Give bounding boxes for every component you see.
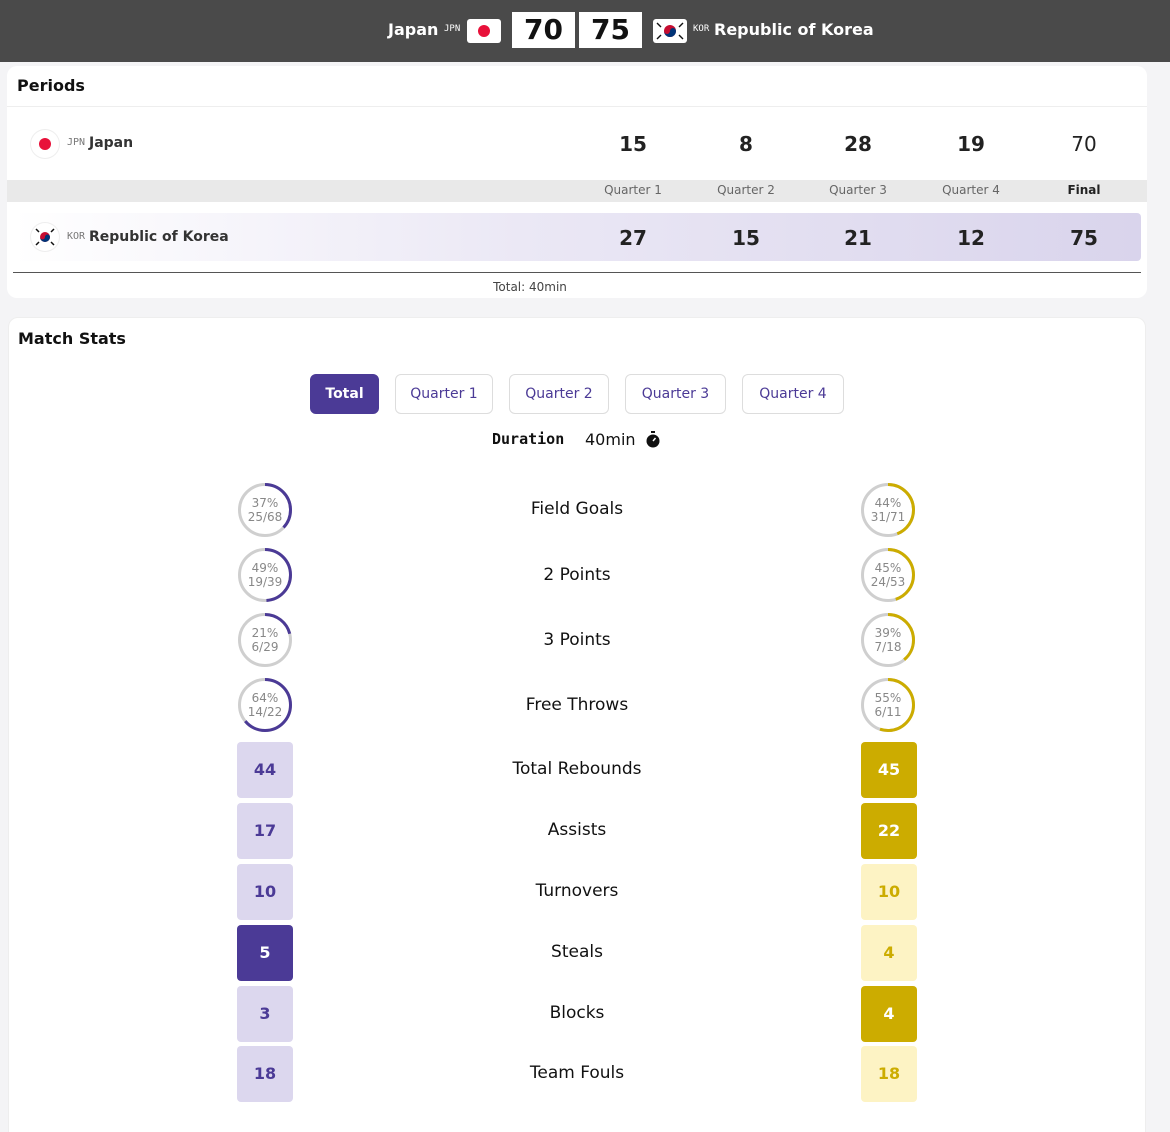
stat-label-3-points: 3 Points: [543, 630, 611, 650]
match-stats-title: Match Stats: [18, 329, 126, 348]
home-2-points-pct-text: 49% 19/39: [247, 561, 283, 589]
home-score: 70: [512, 12, 575, 48]
tab-quarter-3[interactable]: Quarter 3: [625, 374, 726, 414]
home-team-name: Japan: [89, 135, 134, 151]
home-field-goals-pct-text: 37% 25/68: [247, 496, 283, 524]
home-final-score: 70: [1071, 132, 1097, 156]
periods-title: Periods: [17, 76, 85, 95]
stat-label-steals: Steals: [551, 942, 603, 962]
periods-row-away: KOR Republic of Korea 27 15 21 12 75: [13, 213, 1141, 261]
stat-label-turnovers: Turnovers: [535, 881, 619, 901]
quarter-3-label: Quarter 3: [829, 183, 887, 197]
duration-label: Duration: [492, 430, 565, 448]
stat-label-blocks: Blocks: [549, 1003, 605, 1023]
quarter-2-label: Quarter 2: [717, 183, 775, 197]
stat-label-total-rebounds: Total Rebounds: [512, 759, 642, 779]
home-q3-score: 28: [844, 132, 872, 156]
tab-quarter-4[interactable]: Quarter 4: [742, 374, 844, 414]
stat-label-free-throws: Free Throws: [525, 695, 629, 715]
home-q1-score: 15: [619, 132, 647, 156]
tab-quarter-1[interactable]: Quarter 1: [395, 374, 493, 414]
away-q2-score: 15: [732, 226, 760, 250]
home-q4-score: 19: [957, 132, 985, 156]
home-3-points-pct-text: 21% 6/29: [251, 626, 279, 654]
home-total-rebounds-value: 44: [237, 742, 293, 798]
away-free-throws-pct-text: 55% 6/11: [874, 691, 902, 719]
away-team-code: KOR: [67, 231, 86, 242]
away-q1-score: 27: [619, 226, 647, 250]
duration-value: 40min: [585, 430, 636, 449]
home-team-code: JPN: [444, 24, 461, 34]
home-team-name: Japan: [388, 20, 439, 39]
away-team-name: Republic of Korea: [714, 20, 874, 39]
japan-flag-icon: [31, 130, 59, 158]
stat-label-assists: Assists: [547, 820, 607, 840]
away-q4-score: 12: [957, 226, 985, 250]
away-total-rebounds-value: 45: [861, 742, 917, 798]
quarter-labels-strip: Quarter 1 Quarter 2 Quarter 3 Quarter 4 …: [7, 180, 1147, 202]
tab-total[interactable]: Total: [310, 374, 379, 414]
away-turnovers-value: 10: [861, 864, 917, 920]
home-q2-score: 8: [739, 132, 753, 156]
stat-label-field-goals: Field Goals: [530, 499, 624, 519]
stat-label-2-points: 2 Points: [543, 565, 611, 585]
away-q3-score: 21: [844, 226, 872, 250]
home-team-code: JPN: [67, 137, 86, 148]
japan-flag-icon: [467, 19, 501, 43]
final-label: Final: [1067, 183, 1101, 197]
home-assists-value: 17: [237, 803, 293, 859]
away-3-points-pct-text: 39% 7/18: [874, 626, 902, 654]
away-team-code: KOR: [693, 24, 710, 34]
home-team-fouls-value: 18: [237, 1046, 293, 1102]
home-free-throws-pct-text: 64% 14/22: [247, 691, 283, 719]
away-assists-value: 22: [861, 803, 917, 859]
periods-divider: [13, 272, 1141, 273]
quarter-1-label: Quarter 1: [604, 183, 662, 197]
away-team-fouls-value: 18: [861, 1046, 917, 1102]
stopwatch-icon: [646, 431, 660, 448]
quarter-4-label: Quarter 4: [942, 183, 1000, 197]
home-steals-value: 5: [237, 925, 293, 981]
away-blocks-value: 4: [861, 986, 917, 1042]
away-team-name: Republic of Korea: [89, 229, 229, 245]
korea-flag-icon: [31, 223, 59, 251]
scoreboard-header: Japan JPN 70 75 KOR Republic of Korea: [0, 0, 1170, 62]
away-steals-value: 4: [861, 925, 917, 981]
home-blocks-value: 3: [237, 986, 293, 1042]
away-2-points-pct-text: 45% 24/53: [870, 561, 906, 589]
away-final-score: 75: [1070, 226, 1098, 250]
away-field-goals-pct-text: 44% 31/71: [870, 496, 906, 524]
away-score: 75: [579, 12, 642, 48]
stat-label-team-fouls: Team Fouls: [529, 1063, 625, 1083]
tab-quarter-2[interactable]: Quarter 2: [509, 374, 609, 414]
korea-flag-icon: [653, 19, 687, 43]
periods-card: Periods JPN Japan 15 8 28 19 70 Quarter …: [7, 66, 1147, 298]
total-duration: Total: 40min: [493, 280, 567, 294]
home-turnovers-value: 10: [237, 864, 293, 920]
